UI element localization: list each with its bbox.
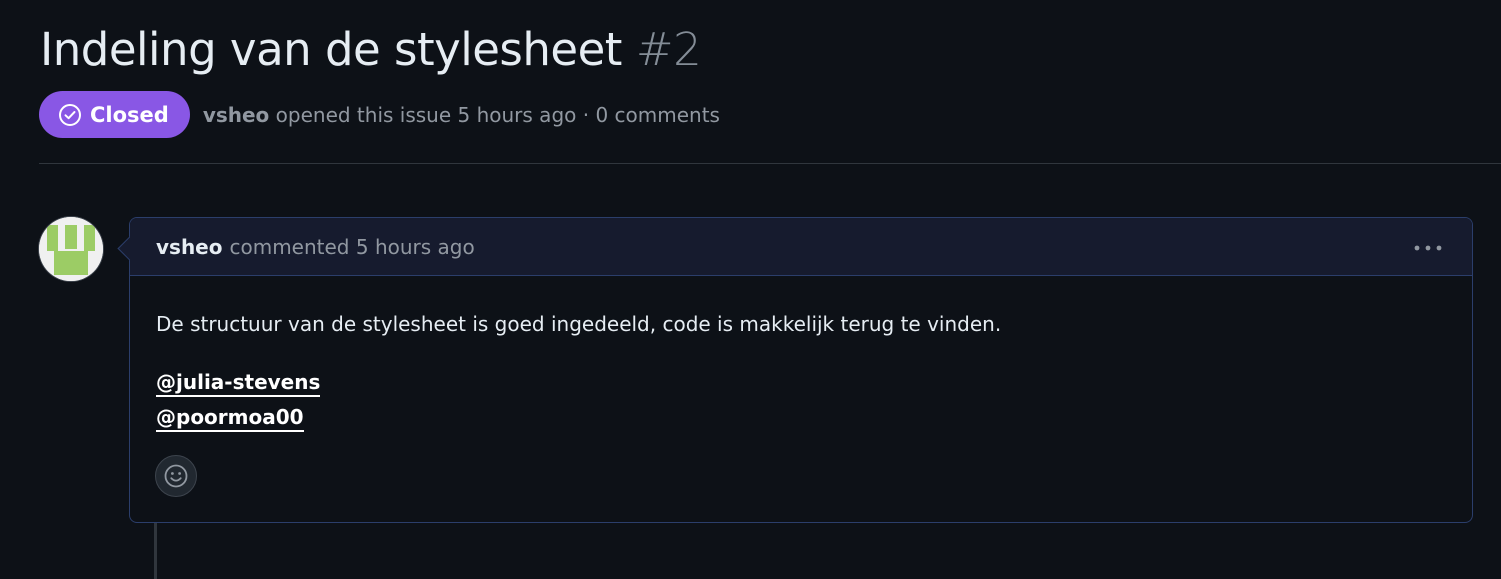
issue-state-badge: Closed [39, 91, 190, 138]
issue-state-label: Closed [90, 102, 169, 127]
comment-options-button[interactable] [1412, 237, 1444, 259]
comment-card: vsheo commented 5 hours ago De structuur… [117, 217, 1473, 523]
issue-number: #2 [635, 23, 702, 76]
comment-body: De structuur van de stylesheet is goed i… [156, 308, 1446, 436]
issue-page: Indeling van de stylesheet #2 Closed vshe… [0, 0, 1501, 579]
comment-author-link[interactable]: vsheo [156, 235, 222, 259]
header-divider [39, 163, 1501, 164]
timeline-connector [154, 522, 157, 579]
identicon-avatar [39, 217, 103, 281]
mention-link-julia-stevens[interactable]: @julia-stevens [156, 369, 321, 397]
mention-link-poormoa00[interactable]: @poormoa00 [156, 404, 304, 432]
issue-author-link[interactable]: vsheo [203, 103, 269, 127]
comment-header: vsheo commented 5 hours ago [130, 218, 1472, 276]
smiley-icon [164, 464, 188, 488]
mention-list: @julia-stevens @poormoa00 [156, 366, 1446, 436]
kebab-horizontal-icon [1414, 245, 1442, 251]
check-circle-icon [59, 103, 81, 126]
comment-timestamp[interactable]: commented 5 hours ago [229, 235, 474, 259]
issue-title-text: Indeling van de stylesheet [40, 23, 622, 76]
issue-opened-text: opened this issue 5 hours ago · 0 commen… [275, 102, 720, 127]
comment-text: De structuur van de stylesheet is goed i… [156, 312, 1002, 336]
issue-opened-info: vsheo opened this issue 5 hours ago · 0 … [203, 103, 720, 127]
add-reaction-button[interactable] [155, 455, 197, 497]
issue-title: Indeling van de stylesheet #2 [40, 22, 702, 78]
issue-meta: Closed vsheo opened this issue 5 hours a… [39, 91, 720, 138]
avatar[interactable] [39, 217, 103, 281]
